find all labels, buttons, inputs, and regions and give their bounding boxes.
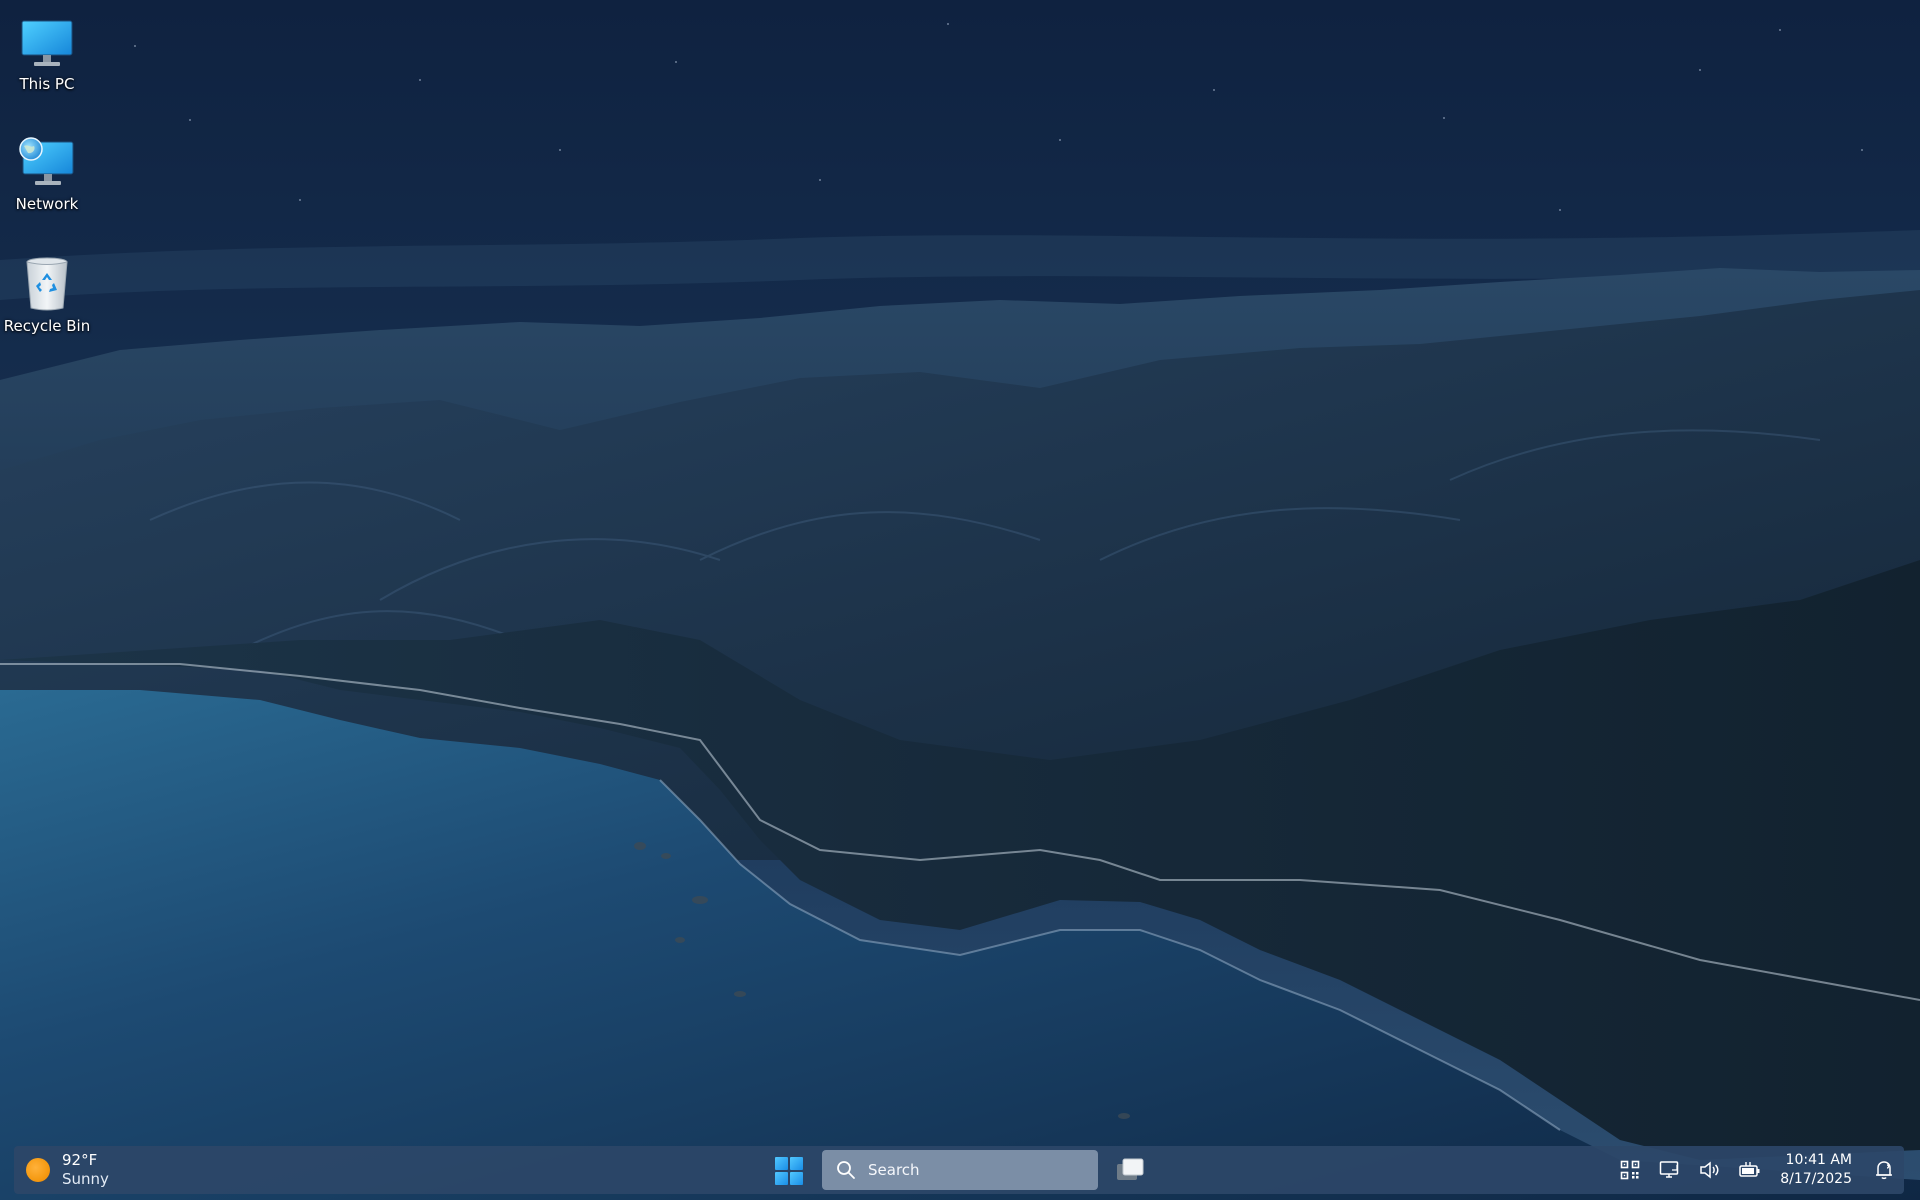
search-icon: [837, 1161, 855, 1179]
weather-condition: Sunny: [62, 1170, 109, 1188]
desktop-icon-this-pc[interactable]: This PC: [2, 10, 92, 93]
wallpaper-image: [0, 0, 1920, 1200]
desktop-icon-label: Recycle Bin: [3, 317, 91, 335]
weather-temperature: 92°F: [62, 1151, 98, 1169]
desktop-icon-recycle-bin[interactable]: Recycle Bin: [2, 252, 92, 335]
taskbar[interactable]: 92°F Sunny Search 10:41 AM 8/17/2025: [14, 1146, 1904, 1194]
task-view-icon: [1117, 1158, 1144, 1180]
monitor-icon: [17, 10, 77, 70]
windows-logo-icon: [775, 1157, 803, 1185]
battery-plug-icon[interactable]: [1735, 1155, 1765, 1185]
search-label: Search: [868, 1161, 920, 1179]
desktop[interactable]: This PC Network Recycle Bin 92°F Sunny S…: [0, 0, 1920, 1200]
desktop-icon-network[interactable]: Network: [2, 130, 92, 213]
taskbar-clock[interactable]: 10:41 AM 8/17/2025: [1780, 1151, 1852, 1189]
task-view-button[interactable]: [1112, 1152, 1148, 1188]
sun-icon: [26, 1158, 50, 1182]
clock-time: 10:41 AM: [1785, 1152, 1852, 1168]
desktop-icon-label: This PC: [19, 75, 75, 93]
qr-code-icon[interactable]: [1615, 1155, 1645, 1185]
network-icon: [17, 130, 77, 190]
notification-icon[interactable]: [1869, 1155, 1899, 1185]
clock-date: 8/17/2025: [1780, 1171, 1852, 1187]
recycle-bin-icon: [17, 252, 77, 312]
system-tray: 10:41 AM 8/17/2025: [1610, 1146, 1904, 1194]
volume-icon[interactable]: [1695, 1155, 1725, 1185]
start-button[interactable]: [772, 1154, 806, 1188]
weather-widget[interactable]: 92°F Sunny: [26, 1150, 109, 1190]
display-network-icon[interactable]: [1655, 1155, 1685, 1185]
taskbar-search-box[interactable]: Search: [822, 1150, 1098, 1190]
desktop-icon-label: Network: [15, 195, 79, 213]
